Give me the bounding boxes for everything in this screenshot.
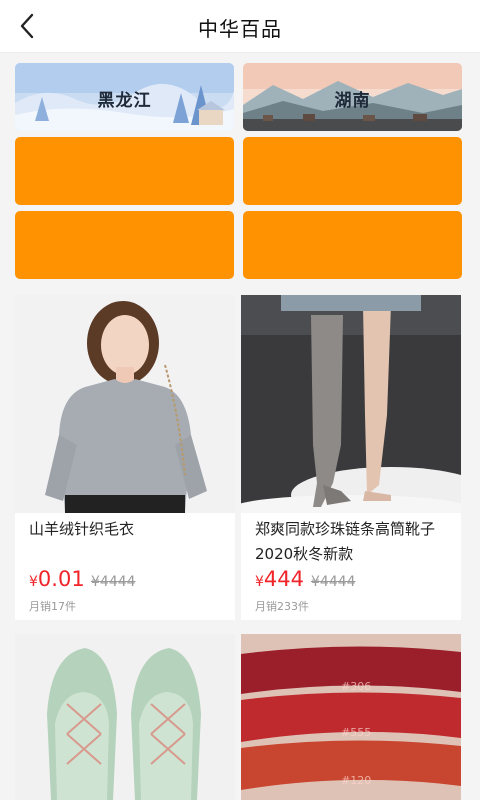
page-title: 中华百品 xyxy=(198,17,282,41)
monthly-sales: 月销233件 xyxy=(255,600,309,613)
product-image: #306 #555 #120 xyxy=(241,634,461,800)
product-card[interactable]: 山羊绒针织毛衣 ¥0.01 ¥4444 月销17件 xyxy=(15,295,235,620)
region-tile-heilongjiang[interactable]: 黑龙江 xyxy=(15,63,234,131)
product-name: 山羊绒针织毛衣 xyxy=(29,520,135,538)
app-header: 中华百品 xyxy=(0,0,480,53)
swatch-label: #555 xyxy=(341,726,371,739)
product-name: 郑爽同款珍珠链条高筒靴子2020秋冬新款 xyxy=(255,520,436,563)
original-price: ¥4444 xyxy=(311,574,356,590)
monthly-sales: 月销17件 xyxy=(29,600,76,613)
product-image xyxy=(241,295,461,513)
main-content: 黑龙江 湖南 山羊绒针织毛衣 ¥0.01 ¥4444 月销17件 郑爽同款珍珠链… xyxy=(0,53,480,800)
region-tile-hunan[interactable]: 湖南 xyxy=(243,63,462,131)
product-price: ¥444 xyxy=(255,567,305,591)
product-card[interactable]: #306 #555 #120 xyxy=(241,634,461,800)
promo-tile[interactable] xyxy=(15,137,234,205)
product-price: ¥0.01 xyxy=(29,567,85,591)
promo-tile[interactable] xyxy=(243,137,462,205)
product-card[interactable] xyxy=(15,634,235,800)
swatch-label: #306 xyxy=(341,680,371,693)
product-image xyxy=(15,634,235,800)
promo-tile[interactable] xyxy=(243,211,462,279)
product-image xyxy=(15,295,235,513)
product-card[interactable]: 郑爽同款珍珠链条高筒靴子2020秋冬新款 ¥444 ¥4444 月销233件 xyxy=(241,295,461,620)
original-price: ¥4444 xyxy=(91,574,136,590)
promo-tile[interactable] xyxy=(15,211,234,279)
region-label: 湖南 xyxy=(334,91,371,111)
swatch-label: #120 xyxy=(341,774,371,787)
region-label: 黑龙江 xyxy=(97,91,152,111)
